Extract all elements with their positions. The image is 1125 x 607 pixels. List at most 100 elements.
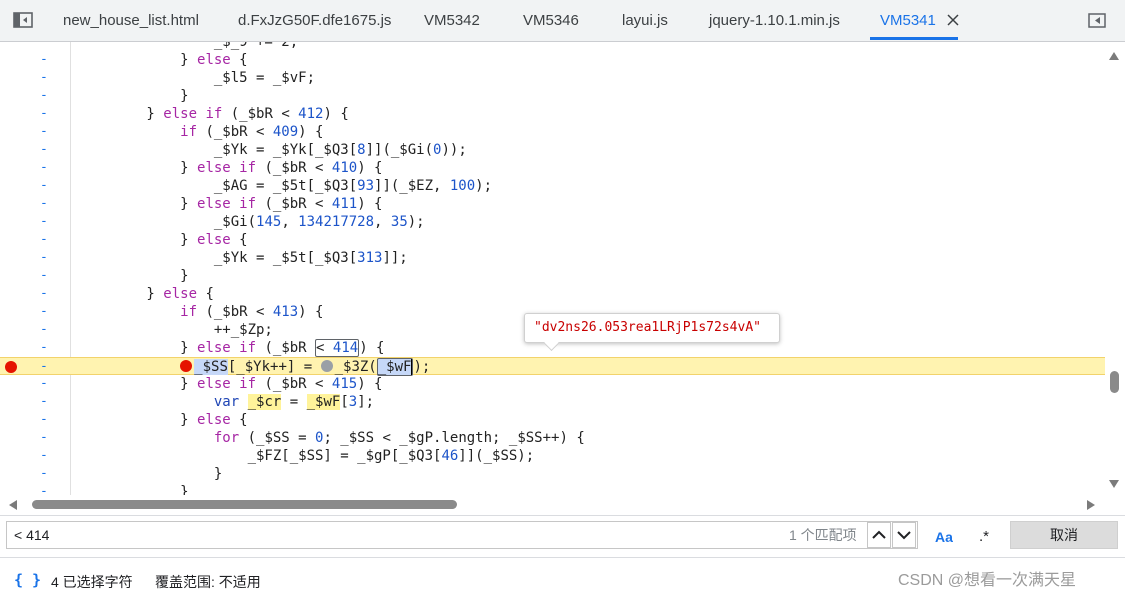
line-marker[interactable]: - <box>40 213 48 231</box>
line-marker[interactable]: - <box>40 195 48 213</box>
code-line: - } else { <box>0 51 1105 69</box>
scroll-up-arrow-icon[interactable] <box>1109 52 1119 60</box>
code-line: - _$Yk = _$Yk[_$Q3[8]](_$Gi(0)); <box>0 141 1105 159</box>
next-match-button[interactable] <box>892 522 916 548</box>
tab-new-house-list[interactable]: new_house_list.html <box>63 0 199 41</box>
code-text: } else if (_$bR < 410) { <box>79 160 383 176</box>
toggle-navigator-icon[interactable] <box>13 12 33 28</box>
line-marker[interactable]: - <box>40 285 48 303</box>
line-marker[interactable]: - <box>40 249 48 267</box>
code-line: - if (_$bR < 409) { <box>0 123 1105 141</box>
code-line: - _$FZ[_$SS] = _$gP[_$Q3[46]](_$SS); <box>0 447 1105 465</box>
code-text: } else if (_$bR < 411) { <box>79 196 383 212</box>
match-case-toggle[interactable]: Aa <box>935 529 953 545</box>
pretty-print-button[interactable]: { } <box>14 571 41 589</box>
tab-vm5341[interactable]: VM5341 <box>870 0 958 41</box>
code-line: - _$AG = _$5t[_$Q3[93]](_$EZ, 100); <box>0 177 1105 195</box>
code-text: _$_9 += 2; <box>79 42 299 50</box>
coverage-status: 覆盖范围: 不适用 <box>155 574 261 590</box>
regex-toggle[interactable]: .* <box>979 528 989 545</box>
line-marker[interactable]: - <box>40 123 48 141</box>
line-marker[interactable]: - <box>40 339 48 357</box>
scroll-right-arrow-icon[interactable] <box>1087 500 1095 510</box>
scroll-down-arrow-icon[interactable] <box>1109 480 1119 488</box>
code-text: } <box>79 88 189 104</box>
code-text: _$SS[_$Yk++] = _$3Z(_$wF); <box>79 358 430 376</box>
line-marker[interactable]: - <box>40 267 48 285</box>
line-marker[interactable]: - <box>40 447 48 465</box>
line-marker[interactable]: - <box>40 42 48 51</box>
line-marker[interactable]: - <box>40 231 48 249</box>
line-marker[interactable]: - <box>40 429 48 447</box>
line-marker[interactable]: - <box>40 358 48 376</box>
line-marker[interactable]: - <box>40 69 48 87</box>
horizontal-scroll-thumb[interactable] <box>32 500 457 509</box>
code-line: - } <box>0 465 1105 483</box>
line-marker[interactable]: - <box>40 141 48 159</box>
tab-d-fxjzg50f[interactable]: d.FxJzG50F.dfe1675.js <box>238 0 391 41</box>
code-text: ++_$Zp; <box>79 322 273 338</box>
scroll-left-arrow-icon[interactable] <box>9 500 17 510</box>
code-line: - _$Gi(145, 134217728, 35); <box>0 213 1105 231</box>
code-text: _$Yk = _$Yk[_$Q3[8]](_$Gi(0)); <box>79 142 467 158</box>
line-marker[interactable]: - <box>40 393 48 411</box>
match-count: 1 个匹配项 <box>789 527 857 543</box>
line-marker[interactable]: - <box>40 177 48 195</box>
code-text: } else { <box>79 286 214 302</box>
code-text: } else { <box>79 232 248 248</box>
search-input[interactable]: < 414 <box>6 521 918 549</box>
cancel-button[interactable]: 取消 <box>1010 521 1118 549</box>
code-text: _$AG = _$5t[_$Q3[93]](_$EZ, 100); <box>79 178 493 194</box>
editor-tab-bar: new_house_list.html d.FxJzG50F.dfe1675.j… <box>0 0 1125 42</box>
paused-execution-line: - _$SS[_$Yk++] = _$3Z(_$wF); <box>0 357 1105 376</box>
watermark: CSDN @想看一次满天星 <box>898 572 1077 589</box>
line-marker[interactable]: - <box>40 105 48 123</box>
line-marker[interactable]: - <box>40 321 48 339</box>
code-line: - } else { <box>0 411 1105 429</box>
code-line: - } else if (_$bR < 412) { <box>0 105 1105 123</box>
line-marker[interactable]: - <box>40 465 48 483</box>
tab-layui[interactable]: layui.js <box>622 0 668 41</box>
line-marker[interactable]: - <box>40 51 48 69</box>
code-line: - } else { <box>0 285 1105 303</box>
code-text: if (_$bR < 413) { <box>180 304 324 320</box>
line-marker[interactable]: - <box>40 483 48 495</box>
code-line: - } <box>0 483 1105 495</box>
code-text: var _$cr = _$wF[3]; <box>213 394 375 410</box>
status-bar: { } 4 已选择字符 覆盖范围: 不适用 CSDN @想看一次满天星 <box>0 557 1125 598</box>
active-tab-indicator <box>870 37 958 40</box>
code-line: - } else { <box>0 231 1105 249</box>
code-text: } else { <box>79 52 248 68</box>
code-line: - for (_$SS = 0; _$SS < _$gP.length; _$S… <box>0 429 1105 447</box>
code-text: } else if (_$bR < 414) { <box>79 339 385 357</box>
vertical-scrollbar[interactable] <box>1105 42 1125 495</box>
code-text: } <box>79 268 189 284</box>
code-text: _$Yk = _$5t[_$Q3[313]]; <box>79 250 408 266</box>
close-icon[interactable] <box>946 13 960 27</box>
tab-vm5342[interactable]: VM5342 <box>424 0 480 41</box>
code-line: - } else if (_$bR < 410) { <box>0 159 1105 177</box>
code-text: _$FZ[_$SS] = _$gP[_$Q3[46]](_$SS); <box>79 448 535 464</box>
breakpoint-icon[interactable] <box>5 361 17 373</box>
toggle-debugger-icon[interactable] <box>1088 13 1106 28</box>
code-text: _$l5 = _$vF; <box>79 70 316 86</box>
code-line: - _$_9 += 2; <box>0 42 1105 51</box>
code-editor[interactable]: - _$_9 += 2; - } else { - _$l5 = _$vF; -… <box>0 42 1105 495</box>
line-marker[interactable]: - <box>40 159 48 177</box>
code-line: - } <box>0 267 1105 285</box>
previous-match-button[interactable] <box>867 522 891 548</box>
vertical-scroll-thumb[interactable] <box>1110 371 1119 393</box>
line-marker[interactable]: - <box>40 87 48 105</box>
popover-value: "dv2ns26.053rea1LRjP1s72s4vA" <box>534 320 761 335</box>
line-marker[interactable]: - <box>40 411 48 429</box>
code-line: - _$l5 = _$vF; <box>0 69 1105 87</box>
code-text: } <box>79 484 189 495</box>
line-marker[interactable]: - <box>40 303 48 321</box>
line-marker[interactable]: - <box>40 375 48 393</box>
code-text: } else if (_$bR < 412) { <box>79 106 349 122</box>
horizontal-scrollbar[interactable] <box>0 495 1105 515</box>
tab-jquery[interactable]: jquery-1.10.1.min.js <box>709 0 840 41</box>
tab-vm5346[interactable]: VM5346 <box>523 0 579 41</box>
code-line: - } <box>0 87 1105 105</box>
selection-status: 4 已选择字符 <box>51 574 133 590</box>
